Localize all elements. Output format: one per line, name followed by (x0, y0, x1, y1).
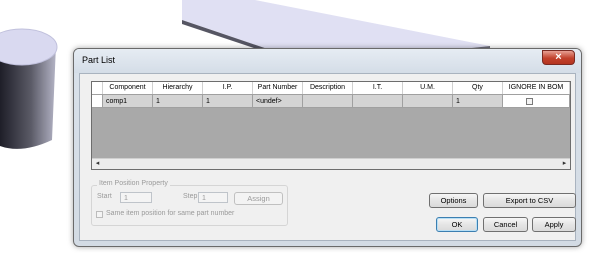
item-position-group-title: Item Position Property (97, 180, 170, 187)
cell-qty[interactable]: 1 (453, 95, 503, 108)
step-input[interactable]: 1 (198, 192, 228, 203)
cell-it[interactable] (353, 95, 403, 108)
close-icon: × (555, 51, 562, 63)
horizontal-scrollbar[interactable]: ◂ ▸ (92, 158, 570, 169)
item-position-group: Item Position Property Start 1 Step 1 As… (91, 180, 288, 226)
header-um[interactable]: U.M. (403, 82, 453, 94)
step-label: Step (183, 193, 198, 200)
part-list-grid[interactable]: Component Hierarchy I.P. Part Number Des… (91, 81, 571, 170)
export-csv-button[interactable]: Export to CSV (483, 193, 576, 208)
start-label: Start (97, 193, 112, 200)
same-item-position-label: Same item position for same part number (106, 210, 235, 217)
cell-ip[interactable]: 1 (203, 95, 253, 108)
dialog-title: Part List (82, 55, 116, 65)
part-list-dialog: Part List × Component Hierarchy I.P. Par… (73, 48, 582, 247)
same-item-position-checkbox[interactable] (96, 211, 103, 218)
start-input[interactable]: 1 (120, 192, 152, 203)
cell-description[interactable] (303, 95, 353, 108)
close-button[interactable]: × (542, 50, 575, 65)
apply-button[interactable]: Apply (532, 217, 576, 232)
cell-component[interactable]: comp1 (103, 95, 153, 108)
scroll-left-icon[interactable]: ◂ (92, 159, 103, 169)
options-button[interactable]: Options (429, 193, 478, 208)
ok-button[interactable]: OK (436, 217, 478, 232)
cancel-button[interactable]: Cancel (483, 217, 528, 232)
cell-hierarchy[interactable]: 1 (153, 95, 203, 108)
dialog-titlebar[interactable]: Part List × (74, 49, 581, 73)
dialog-client-area: Component Hierarchy I.P. Part Number Des… (79, 73, 576, 241)
cell-ignore-in-bom[interactable] (503, 95, 570, 108)
cell-part-number[interactable]: <undef> (253, 95, 303, 108)
header-ignore-in-bom[interactable]: IGNORE IN BOM (503, 82, 570, 94)
header-component[interactable]: Component (103, 82, 153, 94)
table-row[interactable]: comp1 1 1 <undef> 1 (92, 95, 570, 108)
ignore-in-bom-checkbox[interactable] (526, 98, 533, 105)
scroll-right-icon[interactable]: ▸ (559, 159, 570, 169)
header-row-selector[interactable] (92, 82, 103, 94)
grid-header: Component Hierarchy I.P. Part Number Des… (92, 82, 570, 95)
header-part-number[interactable]: Part Number (253, 82, 303, 94)
row-selector[interactable] (92, 95, 103, 108)
header-qty[interactable]: Qty (453, 82, 503, 94)
header-it[interactable]: I.T. (353, 82, 403, 94)
header-hierarchy[interactable]: Hierarchy (153, 82, 203, 94)
cad-viewport: Part List × Component Hierarchy I.P. Par… (0, 0, 602, 253)
cylinder-shape (0, 28, 58, 149)
assign-button[interactable]: Assign (234, 192, 283, 205)
cell-um[interactable] (403, 95, 453, 108)
header-description[interactable]: Description (303, 82, 353, 94)
header-ip[interactable]: I.P. (203, 82, 253, 94)
